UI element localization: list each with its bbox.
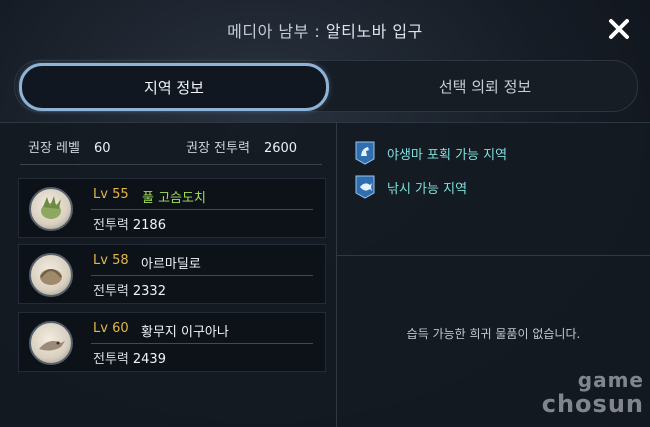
close-icon	[609, 19, 629, 39]
watermark-line1: game	[577, 368, 644, 392]
hedgehog-portrait-icon	[29, 187, 73, 231]
monster-level: Lv 58	[93, 253, 129, 268]
title-bar: 메디아 남부 : 알티노바 입구	[0, 0, 650, 58]
region-info-column: 권장 레벨 60 권장 전투력 2600 Lv 55 풀 고슴도치 전투력 2186 …	[10, 123, 326, 427]
monster-power-value: 2186	[132, 218, 166, 233]
monster-card[interactable]: Lv 55 풀 고슴도치 전투력 2186	[18, 178, 326, 238]
monster-power: 전투력 2186	[93, 214, 166, 233]
monster-card[interactable]: Lv 58 아르마딜로 전투력 2332	[18, 244, 326, 304]
feature-label: 야생마 포획 가능 지역	[387, 147, 508, 163]
monster-divider	[91, 275, 313, 276]
watermark: game chosun	[526, 368, 644, 422]
monster-name: 황무지 이구아나	[141, 325, 229, 340]
fish-icon	[355, 175, 375, 199]
stats-divider	[20, 164, 322, 165]
tab-region-info[interactable]: 지역 정보	[19, 63, 329, 111]
armadillo-portrait-icon	[29, 253, 73, 297]
recommended-level: 권장 레벨 60	[28, 137, 111, 156]
monster-power-value: 2439	[132, 352, 166, 367]
recommended-level-value: 60	[93, 141, 111, 156]
monster-power-value: 2332	[132, 284, 166, 299]
rare-items-empty-message: 습득 가능한 희귀 물품이 없습니다.	[406, 327, 581, 341]
watermark-line2: chosun	[541, 390, 644, 418]
recommended-level-label: 권장 레벨	[28, 141, 80, 156]
tab-selected-quest-info[interactable]: 선택 의뢰 정보	[335, 61, 635, 111]
monster-power-label: 전투력	[93, 218, 129, 233]
horse-icon	[355, 141, 375, 165]
window-title: 메디아 남부 : 알티노바 입구	[0, 18, 650, 42]
recommended-power: 권장 전투력 2600	[186, 137, 297, 156]
tab-bar: 지역 정보 선택 의뢰 정보	[14, 60, 638, 112]
feature-label: 낚시 가능 지역	[387, 181, 468, 197]
monster-power: 전투력 2332	[93, 280, 166, 299]
feature-fishing: 낚시 가능 지역	[355, 175, 467, 199]
monster-card[interactable]: Lv 60 황무지 이구아나 전투력 2439	[18, 312, 326, 372]
recommended-stats: 권장 레벨 60 권장 전투력 2600	[20, 137, 326, 157]
monster-power: 전투력 2439	[93, 348, 166, 367]
monster-name: 풀 고슴도치	[142, 191, 206, 206]
monster-level: Lv 60	[93, 321, 129, 336]
title-region: 메디아 남부 :	[227, 22, 321, 41]
monster-divider	[91, 343, 313, 344]
monster-name: 아르마딜로	[141, 257, 201, 272]
close-button[interactable]	[608, 18, 630, 40]
monster-power-label: 전투력	[93, 284, 129, 299]
monster-divider	[91, 209, 313, 210]
recommended-power-label: 권장 전투력	[186, 141, 250, 156]
monster-level: Lv 55	[93, 187, 129, 202]
monster-power-label: 전투력	[93, 352, 129, 367]
rare-items-divider	[337, 255, 650, 256]
recommended-power-value: 2600	[263, 141, 298, 156]
feature-wild-horse: 야생마 포획 가능 지역	[355, 141, 507, 165]
iguana-portrait-icon	[29, 321, 73, 365]
title-place: 알티노바 입구	[325, 22, 423, 41]
